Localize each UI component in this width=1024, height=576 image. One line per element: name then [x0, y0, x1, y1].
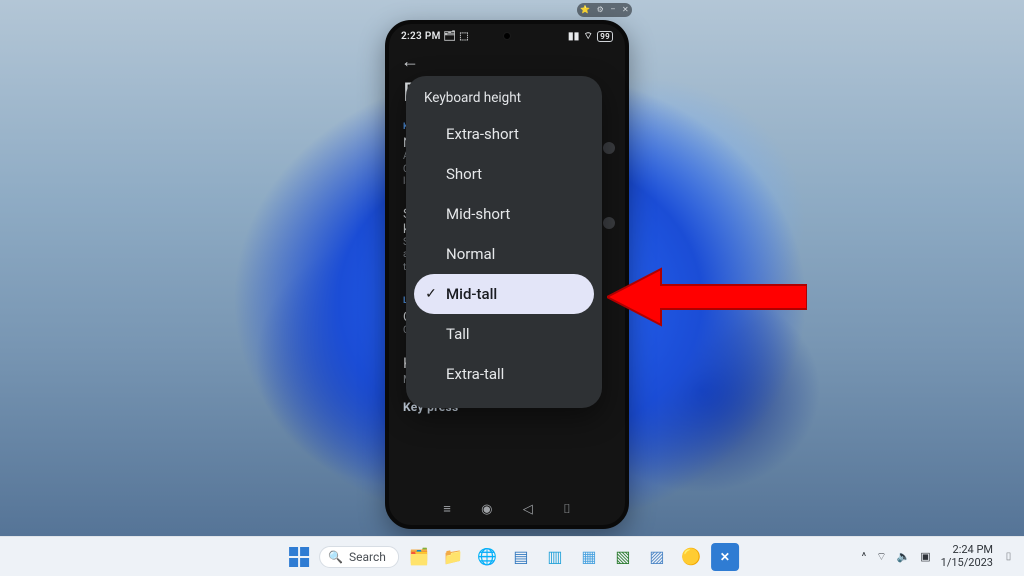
signal-icon: ▮▮ — [568, 31, 580, 42]
notifications-icon[interactable]: ▯ — [1003, 551, 1014, 562]
dialog-option-extra-tall[interactable]: ✓Extra-tall — [406, 354, 602, 394]
dialog-option-label: Normal — [446, 245, 495, 263]
tray-battery-icon[interactable]: ▣ — [920, 550, 930, 563]
tray-volume-icon[interactable]: 🔈 — [897, 550, 911, 563]
taskbar-center: 🔍 Search 🗂️ 📁 🌐 ▤ ▥ ▦ ▧ ▨ 🟡 ✕ — [285, 543, 739, 571]
gear-icon[interactable]: ⚙ — [597, 6, 604, 14]
dialog-option-label: Extra-tall — [446, 365, 504, 383]
system-tray[interactable]: ^ ⌔ 🔈 ▣ 2:24 PM 1/15/2023 ▯ — [862, 544, 1014, 568]
dialog-option-normal[interactable]: ✓Normal — [406, 234, 602, 274]
status-time: 2:23 PM 🗂 ⬚ — [401, 31, 469, 42]
recent-apps-icon[interactable]: ≡ — [443, 501, 451, 517]
task-view-icon[interactable]: 🗂️ — [405, 543, 433, 571]
annotation-arrow-icon — [607, 261, 807, 333]
keyboard-height-dialog: Keyboard height ✓Extra-short✓Short✓Mid-s… — [406, 76, 602, 408]
pinned-app-icon[interactable]: ▧ — [609, 543, 637, 571]
dialog-option-label: Mid-tall — [446, 285, 497, 303]
pinned-app-icon[interactable]: ✕ — [711, 543, 739, 571]
back-button[interactable]: ← — [389, 45, 625, 76]
dialog-option-short[interactable]: ✓Short — [406, 154, 602, 194]
battery-icon: 99 — [597, 31, 613, 42]
nav-back-icon[interactable]: ◁ — [523, 502, 533, 517]
dialog-option-tall[interactable]: ✓Tall — [406, 314, 602, 354]
dialog-option-mid-short[interactable]: ✓Mid-short — [406, 194, 602, 234]
dialog-option-label: Extra-short — [446, 125, 519, 143]
pinned-app-icon[interactable]: ▦ — [575, 543, 603, 571]
check-icon: ✓ — [424, 286, 438, 302]
pinned-app-icon[interactable]: ▨ — [643, 543, 671, 571]
windows-desktop: ⭐ ⚙ – ✕ 2:23 PM 🗂 ⬚ ▮▮ ⌔ 99 ← P K N A C … — [0, 0, 1024, 576]
explorer-icon[interactable]: 📁 — [439, 543, 467, 571]
dialog-option-label: Mid-short — [446, 205, 510, 223]
dialog-option-label: Short — [446, 165, 482, 183]
search-icon: 🔍 — [328, 550, 343, 564]
minimize-icon[interactable]: – — [610, 6, 615, 14]
toggle-icon[interactable] — [603, 142, 615, 154]
toggle-icon[interactable] — [603, 217, 615, 229]
wifi-icon: ⌔ — [584, 30, 594, 43]
taskbar-clock[interactable]: 2:24 PM 1/15/2023 — [941, 544, 993, 568]
dialog-title: Keyboard height — [406, 88, 602, 114]
start-button[interactable] — [285, 543, 313, 571]
pin-icon[interactable]: ⭐ — [580, 6, 590, 14]
camera-notch — [503, 32, 511, 40]
dialog-option-label: Tall — [446, 325, 470, 343]
pinned-app-icon[interactable]: ▥ — [541, 543, 569, 571]
tray-wifi-icon[interactable]: ⌔ — [876, 550, 886, 564]
dialog-option-extra-short[interactable]: ✓Extra-short — [406, 114, 602, 154]
taskbar-search[interactable]: 🔍 Search — [319, 546, 399, 568]
nav-extra-icon[interactable]: ⌷ — [563, 502, 571, 517]
close-icon[interactable]: ✕ — [622, 6, 629, 14]
pinned-app-icon[interactable]: ▤ — [507, 543, 535, 571]
home-icon[interactable]: ◉ — [481, 502, 492, 517]
edge-icon[interactable]: 🌐 — [473, 543, 501, 571]
search-placeholder: Search — [349, 550, 386, 564]
windows-taskbar[interactable]: 🔍 Search 🗂️ 📁 🌐 ▤ ▥ ▦ ▧ ▨ 🟡 ✕ ^ ⌔ 🔈 ▣ 2:… — [0, 536, 1024, 576]
chrome-icon[interactable]: 🟡 — [677, 543, 705, 571]
mirror-window-controls[interactable]: ⭐ ⚙ – ✕ — [577, 3, 632, 17]
android-nav-bar[interactable]: ≡ ◉ ◁ ⌷ — [389, 497, 625, 521]
dialog-option-mid-tall[interactable]: ✓ Mid-tall — [414, 274, 594, 314]
tray-chevron-icon[interactable]: ^ — [862, 550, 867, 563]
